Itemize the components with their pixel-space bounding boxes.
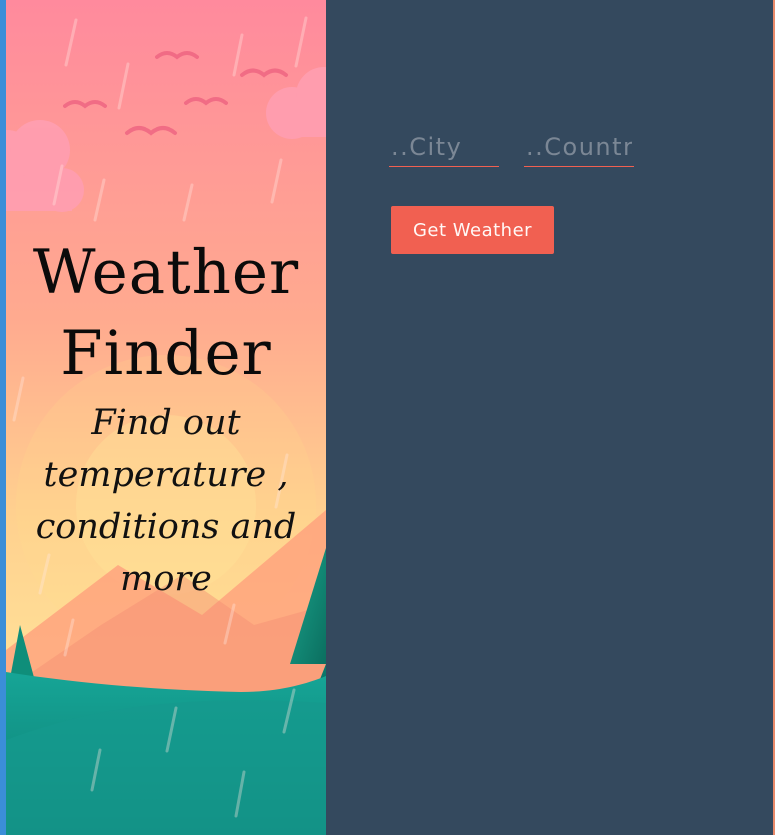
subtitle-line-temperature: temperature ,: [43, 455, 289, 495]
hero-subtitle: Find out temperature , conditions and mo…: [26, 397, 306, 605]
hills: [6, 672, 326, 835]
city-input[interactable]: [389, 127, 499, 167]
weather-hero-panel: Weather Finder Find out temperature , co…: [6, 0, 326, 835]
get-weather-button[interactable]: Get Weather: [391, 206, 554, 254]
subtitle-line-more: more: [120, 559, 212, 599]
weather-form-panel: Get Weather: [326, 0, 773, 835]
weather-finder-window: Weather Finder Find out temperature , co…: [0, 0, 775, 835]
subtitle-line-conditions: conditions and: [35, 507, 297, 547]
title-line-finder: Finder: [60, 318, 272, 389]
country-input[interactable]: [524, 127, 634, 167]
subtitle-line-find-out: Find out: [91, 403, 241, 443]
title-line-weather: Weather: [32, 237, 300, 308]
page-title: Weather Finder: [6, 232, 326, 394]
